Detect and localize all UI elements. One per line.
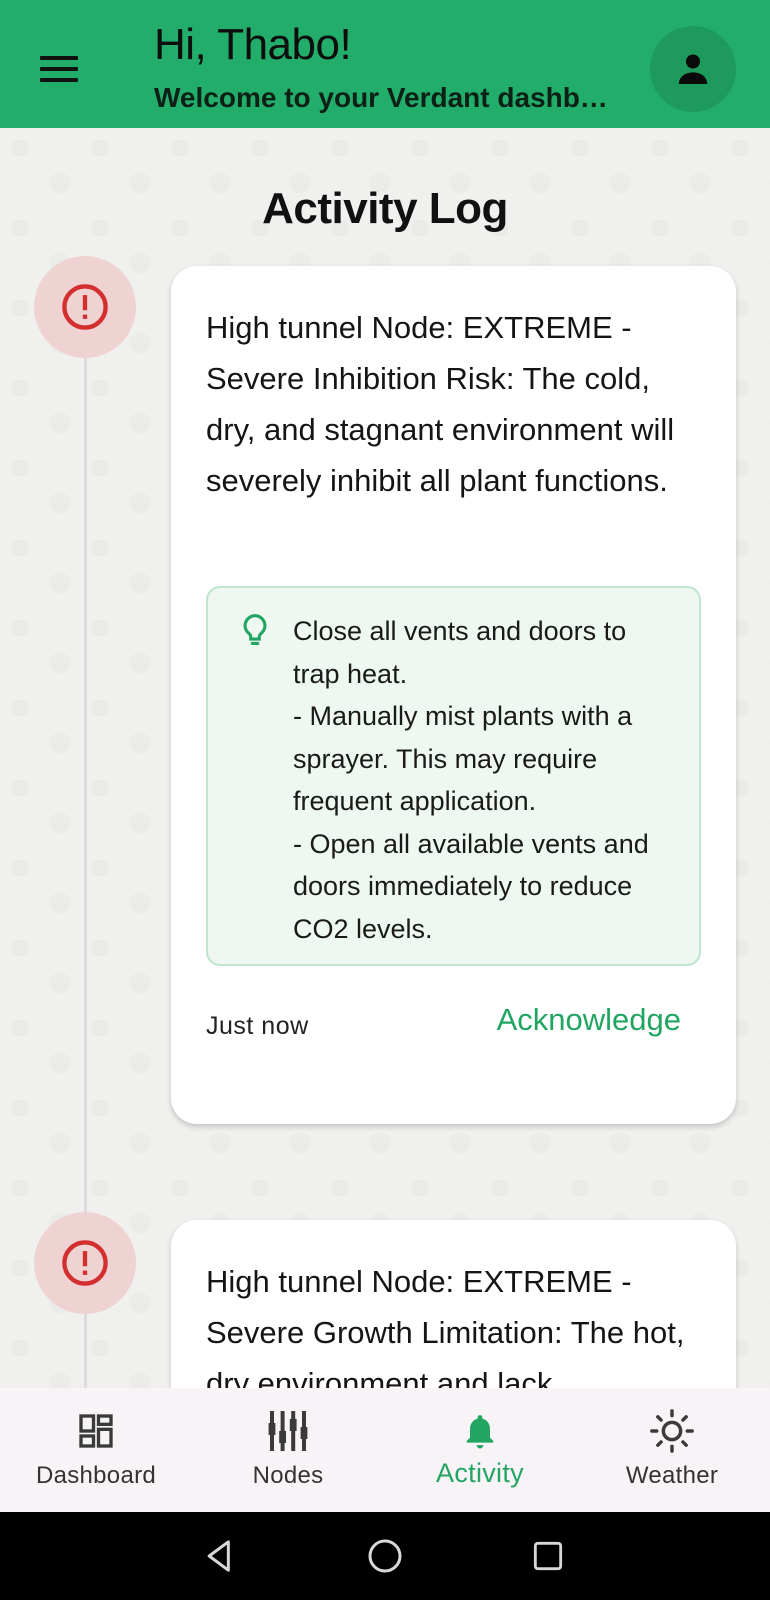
error-exclamation-icon <box>62 284 108 330</box>
recents-button[interactable] <box>526 1534 570 1578</box>
welcome-subtitle: Welcome to your Verdant dashboard <box>154 82 614 113</box>
alert-message: High tunnel Node: EXTREME - Severe Growt… <box>206 1264 685 1401</box>
home-button[interactable] <box>363 1534 407 1578</box>
bottom-navigation: Dashboard Nodes Activity Weather <box>0 1388 770 1512</box>
nav-item-nodes[interactable]: Nodes <box>192 1388 384 1512</box>
system-navigation-bar <box>0 1512 770 1600</box>
error-exclamation-icon <box>62 1240 108 1286</box>
bell-icon <box>466 1415 494 1449</box>
lightbulb-icon <box>243 614 267 646</box>
back-button[interactable] <box>198 1534 242 1578</box>
alert-status-indicator <box>34 1212 136 1314</box>
app-header: Hi, Thabo! Welcome to your Verdant dashb… <box>0 0 770 128</box>
home-circle-icon <box>368 1539 402 1573</box>
menu-button[interactable] <box>30 44 90 94</box>
person-icon <box>678 54 708 84</box>
sun-icon <box>650 1409 694 1453</box>
nav-label: Weather <box>625 1462 719 1489</box>
recommendation-box: Close all vents and doors to trap heat. … <box>206 586 701 966</box>
dashboard-grid-icon <box>79 1414 113 1448</box>
greeting-title: Hi, Thabo! <box>154 20 352 69</box>
alert-card: High tunnel Node: EXTREME - Severe Inhib… <box>171 266 736 1124</box>
nav-label: Dashboard <box>35 1462 157 1489</box>
profile-avatar-button[interactable] <box>650 26 736 112</box>
recommendation-text: Close all vents and doors to trap heat. … <box>293 616 649 944</box>
nav-item-activity[interactable]: Activity <box>384 1388 576 1512</box>
recents-square-icon <box>533 1541 563 1571</box>
nav-label: Nodes <box>252 1462 324 1489</box>
alert-status-indicator <box>34 256 136 358</box>
sliders-icon <box>268 1411 308 1451</box>
page-title: Activity Log <box>262 184 508 233</box>
nav-item-weather[interactable]: Weather <box>576 1388 768 1512</box>
nav-label: Activity <box>436 1458 524 1488</box>
hamburger-menu-icon <box>40 56 78 60</box>
nav-item-dashboard[interactable]: Dashboard <box>0 1388 192 1512</box>
acknowledge-button[interactable]: Acknowledge <box>461 1002 681 1050</box>
alert-message: High tunnel Node: EXTREME - Severe Inhib… <box>206 310 675 498</box>
alert-timestamp: Just now <box>206 1012 309 1040</box>
back-triangle-icon <box>207 1540 230 1572</box>
